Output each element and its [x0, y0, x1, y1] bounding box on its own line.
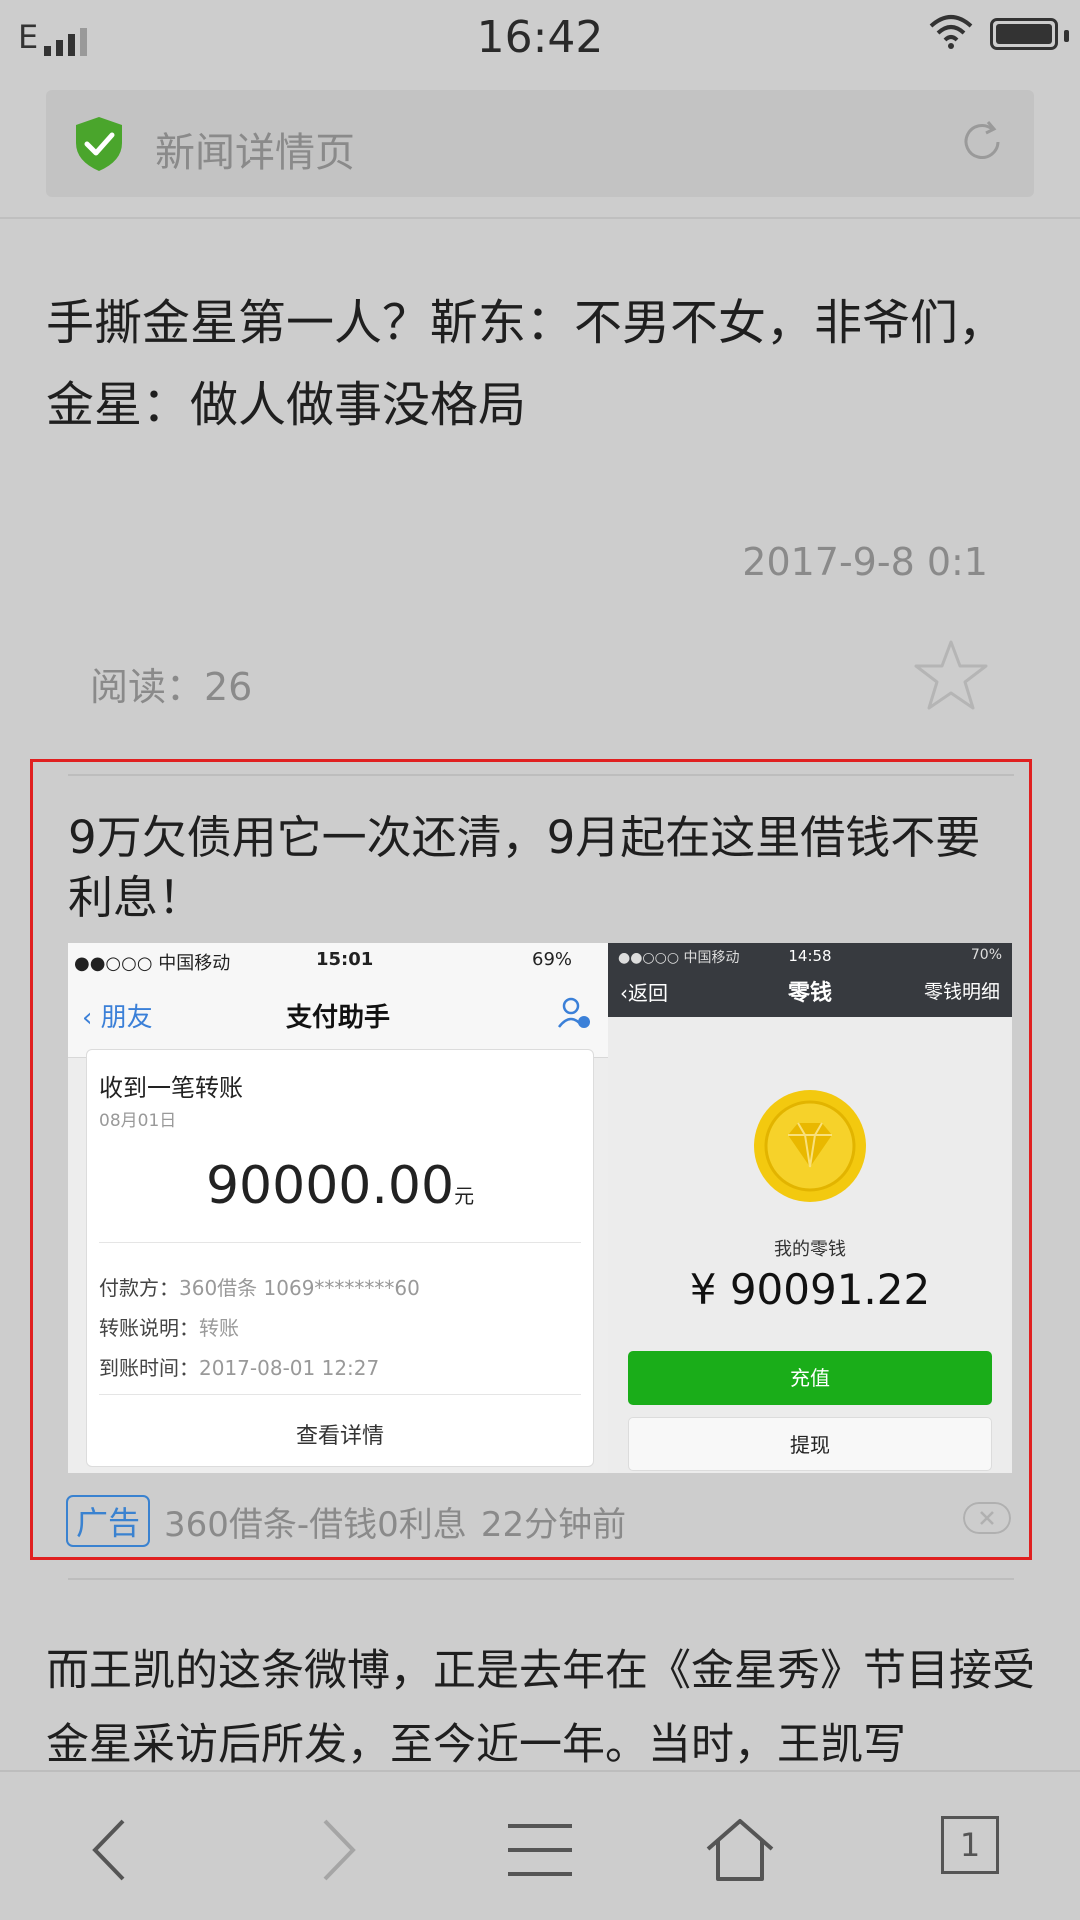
back-icon — [92, 1819, 125, 1881]
screenshot-nav-bar: ●●○○○ 中国移动 14:58 70% ‹返回 零钱 零钱明细 — [608, 943, 1012, 1017]
transfer-card: 收到一笔转账 08月01日 90000.00元 付款方：360借条 1069**… — [86, 1049, 594, 1467]
status-bar: E 16:42 — [0, 0, 1080, 78]
screenshot-status-bar: ●●○○○ 中国移动 15:01 69% — [68, 943, 608, 977]
ad-source: 360借条-借钱0利息 — [164, 1504, 467, 1545]
wallet-balance: ¥ 90091.22 — [689, 1265, 931, 1314]
article-body: 而王凯的这条微博，正是去年在《金星秀》节目接受金星采访后所发，至今近一年。当时，… — [46, 1646, 1035, 1770]
wifi-icon — [929, 15, 973, 49]
menu-button[interactable] — [500, 1810, 580, 1890]
status-time: 16:42 — [476, 12, 604, 63]
divider — [0, 217, 1080, 219]
ad-screenshot-wallet: ●●○○○ 中国移动 14:58 70% ‹返回 零钱 零钱明细 我的零钱 ¥ … — [608, 943, 1012, 1473]
diamond-coin-icon — [754, 1090, 866, 1202]
forward-icon — [323, 1819, 356, 1881]
transfer-amount: 90000.00元 — [205, 1156, 475, 1216]
close-icon[interactable] — [963, 1502, 1011, 1534]
screenshot-nav-bar: ‹ 朋友 支付助手 — [68, 977, 608, 1058]
person-icon — [558, 997, 590, 1028]
reload-icon[interactable] — [958, 118, 1006, 166]
menu-icon — [508, 1824, 572, 1876]
divider — [68, 774, 1014, 776]
home-button[interactable] — [700, 1810, 780, 1890]
publish-date: 2017-9-8 0:1 — [742, 540, 988, 584]
tabs-button[interactable]: 1 — [941, 1816, 999, 1874]
ad-footer: 广告 360借条-借钱0利息 22分钟前 — [66, 1495, 627, 1547]
ad-badge: 广告 — [66, 1495, 151, 1547]
article-headline: 手撕金星第一人？靳东：不男不女，非爷们，金星：做人做事没格局 — [46, 295, 1007, 433]
shield-check-icon — [76, 117, 122, 171]
ad-screenshot-transfer: ●●○○○ 中国移动 15:01 69% ‹ 朋友 支付助手 收到一笔转账 08… — [68, 943, 608, 1473]
home-icon — [706, 1819, 774, 1881]
withdraw-button: 提现 — [628, 1417, 992, 1471]
favorite-star-icon[interactable] — [913, 638, 989, 712]
page-title: 新闻详情页 — [155, 130, 355, 176]
ad-title[interactable]: 9万欠债用它一次还清，9月起在这里借钱不要利息！ — [68, 808, 1018, 928]
recharge-button: 充值 — [628, 1351, 992, 1405]
divider — [68, 1578, 1014, 1580]
ad-image[interactable]: ●●○○○ 中国移动 15:01 69% ‹ 朋友 支付助手 收到一笔转账 08… — [68, 943, 1012, 1473]
ad-time: 22分钟前 — [480, 1504, 627, 1545]
battery-icon — [990, 18, 1069, 50]
back-button[interactable] — [70, 1810, 150, 1890]
view-count: 阅读：26 — [90, 665, 253, 709]
screenshot-title: 支付助手 — [285, 1003, 390, 1033]
forward-button[interactable] — [298, 1810, 378, 1890]
